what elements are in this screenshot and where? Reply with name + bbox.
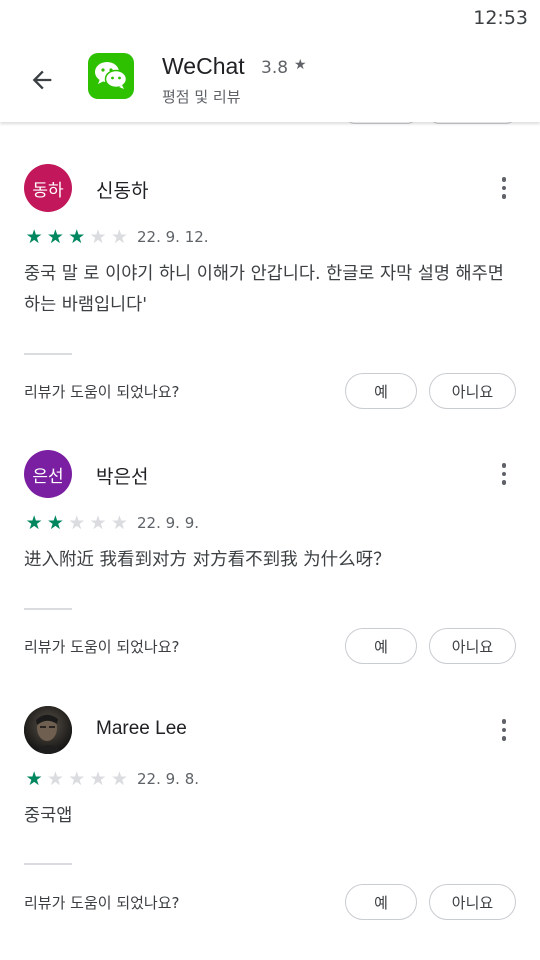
star-filled-icon: ★ xyxy=(25,768,43,790)
helpful-yes-button[interactable]: 예 xyxy=(345,884,417,920)
star-rating: ★ ★ ★ ★ ★ xyxy=(24,513,129,533)
review-date: 22. 9. 9. xyxy=(137,514,200,532)
avatar[interactable] xyxy=(24,706,72,754)
divider xyxy=(24,608,72,610)
star-empty-icon: ★ xyxy=(110,512,128,534)
helpful-yes-button[interactable]: 예 xyxy=(345,628,417,664)
star-filled-icon: ★ xyxy=(46,512,64,534)
review-text: 중국앱 xyxy=(24,806,73,826)
review-text: 进入附近 我看到对方 对方看不到我 为什么呀？ xyxy=(24,550,391,570)
star-empty-icon: ★ xyxy=(110,226,128,248)
more-options-icon[interactable] xyxy=(494,460,514,488)
app-title: WeChat xyxy=(162,53,245,79)
avatar[interactable]: 은선 xyxy=(24,450,72,498)
arrow-back-icon xyxy=(32,70,52,90)
review-card: 은선 박은선 ★ ★ ★ ★ ★ 22. 9. 9. 进入附近 我看到对方 对方看不到我… xyxy=(0,450,540,680)
page-subtitle: 평점 및 리뷰 xyxy=(162,88,241,106)
review-card: Maree Lee ★ ★ ★ ★ ★ 22. 9. 8. 중국앱 리뷰가 도움이 되었… xyxy=(0,706,540,936)
review-date: 22. 9. 8. xyxy=(137,770,200,788)
helpful-no-button[interactable]: 아니요 xyxy=(429,884,516,920)
star-empty-icon: ★ xyxy=(68,512,86,534)
star-rating: ★ ★ ★ ★ ★ xyxy=(24,769,129,789)
divider xyxy=(24,353,72,355)
helpful-no-button[interactable]: 아니요 xyxy=(429,373,516,409)
helpful-question: 리뷰가 도움이 되었나요? xyxy=(24,894,180,912)
review-card: 동하 신동하 ★ ★ ★ ★ ★ 22. 9. 12. 중국 말 로 이야기 하니 이해… xyxy=(0,164,540,420)
avatar-initials: 동하 xyxy=(32,180,64,201)
review-text: 중국 말 로 이야기 하니 이해가 안갑니다. 한글로 자막 설명 해주면 하는… xyxy=(24,264,504,315)
rating-star-icon: ★ xyxy=(294,57,307,73)
helpful-question: 리뷰가 도움이 되었나요? xyxy=(24,383,180,401)
helpful-question: 리뷰가 도움이 되었나요? xyxy=(24,638,180,656)
star-empty-icon: ★ xyxy=(46,768,64,790)
star-empty-icon: ★ xyxy=(89,768,107,790)
review-date: 22. 9. 12. xyxy=(137,228,209,246)
reviewer-name: 박은선 xyxy=(96,466,149,488)
more-options-icon[interactable] xyxy=(494,716,514,744)
star-filled-icon: ★ xyxy=(25,226,43,248)
wechat-app-icon xyxy=(88,53,134,99)
star-filled-icon: ★ xyxy=(46,226,64,248)
divider xyxy=(24,863,72,865)
star-rating: ★ ★ ★ ★ ★ xyxy=(24,227,129,247)
star-filled-icon: ★ xyxy=(68,226,86,248)
star-empty-icon: ★ xyxy=(68,768,86,790)
star-filled-icon: ★ xyxy=(25,512,43,534)
helpful-yes-button[interactable]: 예 xyxy=(345,373,417,409)
helpful-no-button[interactable]: 아니요 xyxy=(429,628,516,664)
status-bar: 12:53 xyxy=(0,0,540,38)
star-empty-icon: ★ xyxy=(89,512,107,534)
app-rating: 3.8 xyxy=(261,58,289,78)
avatar-initials: 은선 xyxy=(32,466,64,487)
avatar[interactable]: 동하 xyxy=(24,164,72,212)
more-options-icon[interactable] xyxy=(494,174,514,202)
status-time: 12:53 xyxy=(473,7,528,29)
back-button[interactable] xyxy=(24,62,60,98)
star-empty-icon: ★ xyxy=(110,768,128,790)
star-empty-icon: ★ xyxy=(89,226,107,248)
reviewer-name: Maree Lee xyxy=(96,718,187,739)
profile-photo xyxy=(24,706,72,754)
reviewer-name: 신동하 xyxy=(96,180,149,202)
app-header: WeChat 3.8 ★ 평점 및 리뷰 xyxy=(0,38,540,122)
